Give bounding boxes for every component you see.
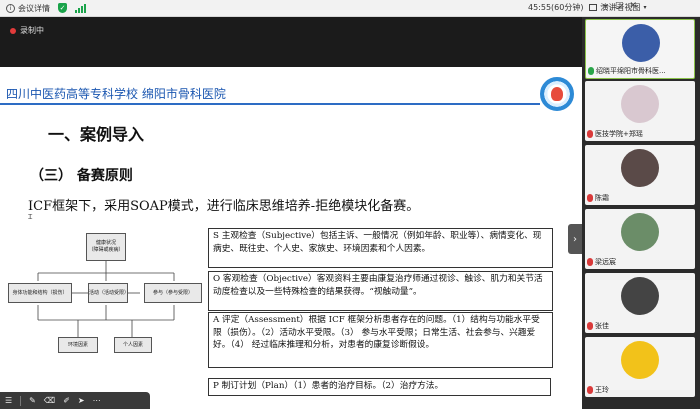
- participant-tile[interactable]: 医技学院+郑瑶: [585, 81, 695, 141]
- info-icon: i: [6, 3, 15, 13]
- mic-icon: [588, 67, 594, 75]
- soap-assessment-box: A 评定（Assessment）根据 ICF 框架分析患者存在的问题。（1）结构…: [208, 312, 553, 368]
- mic-muted-icon: [587, 130, 593, 138]
- avatar: [622, 24, 660, 62]
- environment-label: 环境因素: [67, 341, 88, 348]
- participation-box: 参与（参与受限）: [144, 283, 202, 303]
- health-sub-label: （障碍或疾病）: [88, 247, 124, 253]
- school-logo: [540, 77, 574, 111]
- meeting-timer: 45:55(60分钟): [528, 3, 584, 12]
- pointer-icon[interactable]: ➤: [78, 396, 85, 405]
- highlighter-icon[interactable]: ✐: [63, 396, 70, 405]
- participant-name-row: 张佳: [587, 321, 609, 331]
- participation-label: 参与（参与受限）: [152, 289, 193, 296]
- signal-icon[interactable]: [75, 3, 86, 13]
- health-condition-box: 健康状况 （障碍或疾病）: [86, 233, 126, 261]
- personal-label: 个人因素: [122, 341, 143, 348]
- recording-strip: 录制中: [0, 17, 582, 67]
- maximize-icon[interactable]: □: [615, 1, 624, 11]
- body-label: 身体功能和结构（损伤）: [12, 289, 68, 296]
- grid-icon: [589, 4, 598, 11]
- meeting-info-button[interactable]: i 会议详情: [6, 3, 50, 14]
- minimize-icon[interactable]: —: [600, 1, 609, 11]
- participant-tile[interactable]: 陈霜: [585, 145, 695, 205]
- recording-dot-icon: [10, 27, 16, 34]
- avatar: [621, 85, 659, 123]
- mic-muted-icon: [587, 258, 593, 266]
- menu-icon[interactable]: ☰: [5, 396, 12, 405]
- avatar: [621, 341, 659, 379]
- avatar: [621, 213, 659, 251]
- slide-subheading: （三） 备赛原则: [30, 168, 133, 184]
- participant-tile[interactable]: 王玲: [585, 337, 695, 397]
- annotation-toolbar: ☰ ✎ ⌫ ✐ ➤ ⋯: [0, 392, 150, 409]
- personal-box: 个人因素: [114, 337, 152, 353]
- health-label: 健康状况: [95, 240, 116, 246]
- presentation-stage: 录制中 四川中医药高等专科学校 绵阳市骨科医院 一、案例导入 （三） 备赛原则 …: [0, 17, 582, 409]
- slide-intro: ICF框架下，采用SOAP模式，进行临床思维培养-拒绝模块化备赛。: [28, 199, 420, 214]
- avatar: [621, 277, 659, 315]
- chevron-right-icon: ›: [573, 233, 577, 245]
- pen-icon[interactable]: ✎: [29, 396, 36, 405]
- toolbar-divider: [20, 395, 22, 406]
- recording-indicator: 录制中: [10, 25, 44, 36]
- top-bar: i 会议详情 ✓ 45:55(60分钟) 演讲者视图 ▾ — □ ✕: [0, 0, 700, 17]
- chevron-down-icon: ▾: [643, 4, 647, 11]
- security-shield-icon[interactable]: ✓: [58, 3, 67, 13]
- mic-muted-icon: [587, 194, 593, 202]
- recording-label: 录制中: [20, 26, 44, 35]
- text-cursor-icon: Ꮖ: [28, 213, 33, 221]
- avatar: [621, 149, 659, 187]
- participant-name: 医技学院+郑瑶: [595, 130, 643, 138]
- icf-diagram: 健康状况 （障碍或疾病） 身体功能和结构（损伤） 活动（活动受限） 参与（参与受…: [8, 225, 204, 375]
- participant-name: 王玲: [595, 386, 609, 394]
- meeting-info-label: 会议详情: [18, 3, 50, 13]
- soap-objective-box: O 客观检查（Objective）客观资料主要由康复治疗师通过视诊、触诊、肌力和…: [208, 271, 553, 311]
- participant-name: 陈霜: [595, 194, 609, 202]
- slide-heading: 一、案例导入: [48, 125, 145, 144]
- body-function-box: 身体功能和结构（损伤）: [8, 283, 72, 303]
- participant-name: 张佳: [595, 322, 609, 330]
- shared-slide: 四川中医药高等专科学校 绵阳市骨科医院 一、案例导入 （三） 备赛原则 ICF框…: [0, 67, 582, 409]
- soap-plan-box: P 制订计划（Plan）（1）患者的治疗目标。（2）治疗方法。: [208, 378, 551, 396]
- header-divider: [0, 103, 540, 105]
- soap-subjective-box: S 主观检查（Subjective）包括主诉、一般情况（例如年龄、职业等）、病情…: [208, 228, 553, 268]
- mic-muted-icon: [587, 322, 593, 330]
- participant-name-row: 医技学院+郑瑶: [587, 129, 643, 139]
- participant-name-row: 梁远宸: [587, 257, 616, 267]
- participant-name-row: 陈霜: [587, 193, 609, 203]
- panel-collapse-handle[interactable]: ›: [568, 224, 582, 254]
- activity-box: 活动（活动受限）: [88, 283, 130, 303]
- school-title: 四川中医药高等专科学校 绵阳市骨科医院: [6, 87, 226, 101]
- mic-muted-icon: [587, 386, 593, 394]
- participant-name: 绍晓平绵阳市骨科医...: [596, 67, 666, 75]
- participant-name-row: 王玲: [587, 385, 609, 395]
- participant-tile[interactable]: 绍晓平绵阳市骨科医...: [585, 19, 695, 79]
- activity-label: 活动（活动受限）: [89, 289, 130, 296]
- more-icon[interactable]: ⋯: [93, 396, 101, 405]
- environment-box: 环境因素: [58, 337, 98, 353]
- participant-tile[interactable]: 张佳: [585, 273, 695, 333]
- participant-name-row: 绍晓平绵阳市骨科医...: [588, 66, 666, 76]
- eraser-icon[interactable]: ⌫: [44, 396, 55, 405]
- participant-panel: 绍晓平绵阳市骨科医... 医技学院+郑瑶 陈霜 梁远宸 张佳 王玲: [582, 17, 700, 409]
- close-icon[interactable]: ✕: [630, 1, 638, 11]
- participant-tile[interactable]: 梁远宸: [585, 209, 695, 269]
- participant-name: 梁远宸: [595, 258, 616, 266]
